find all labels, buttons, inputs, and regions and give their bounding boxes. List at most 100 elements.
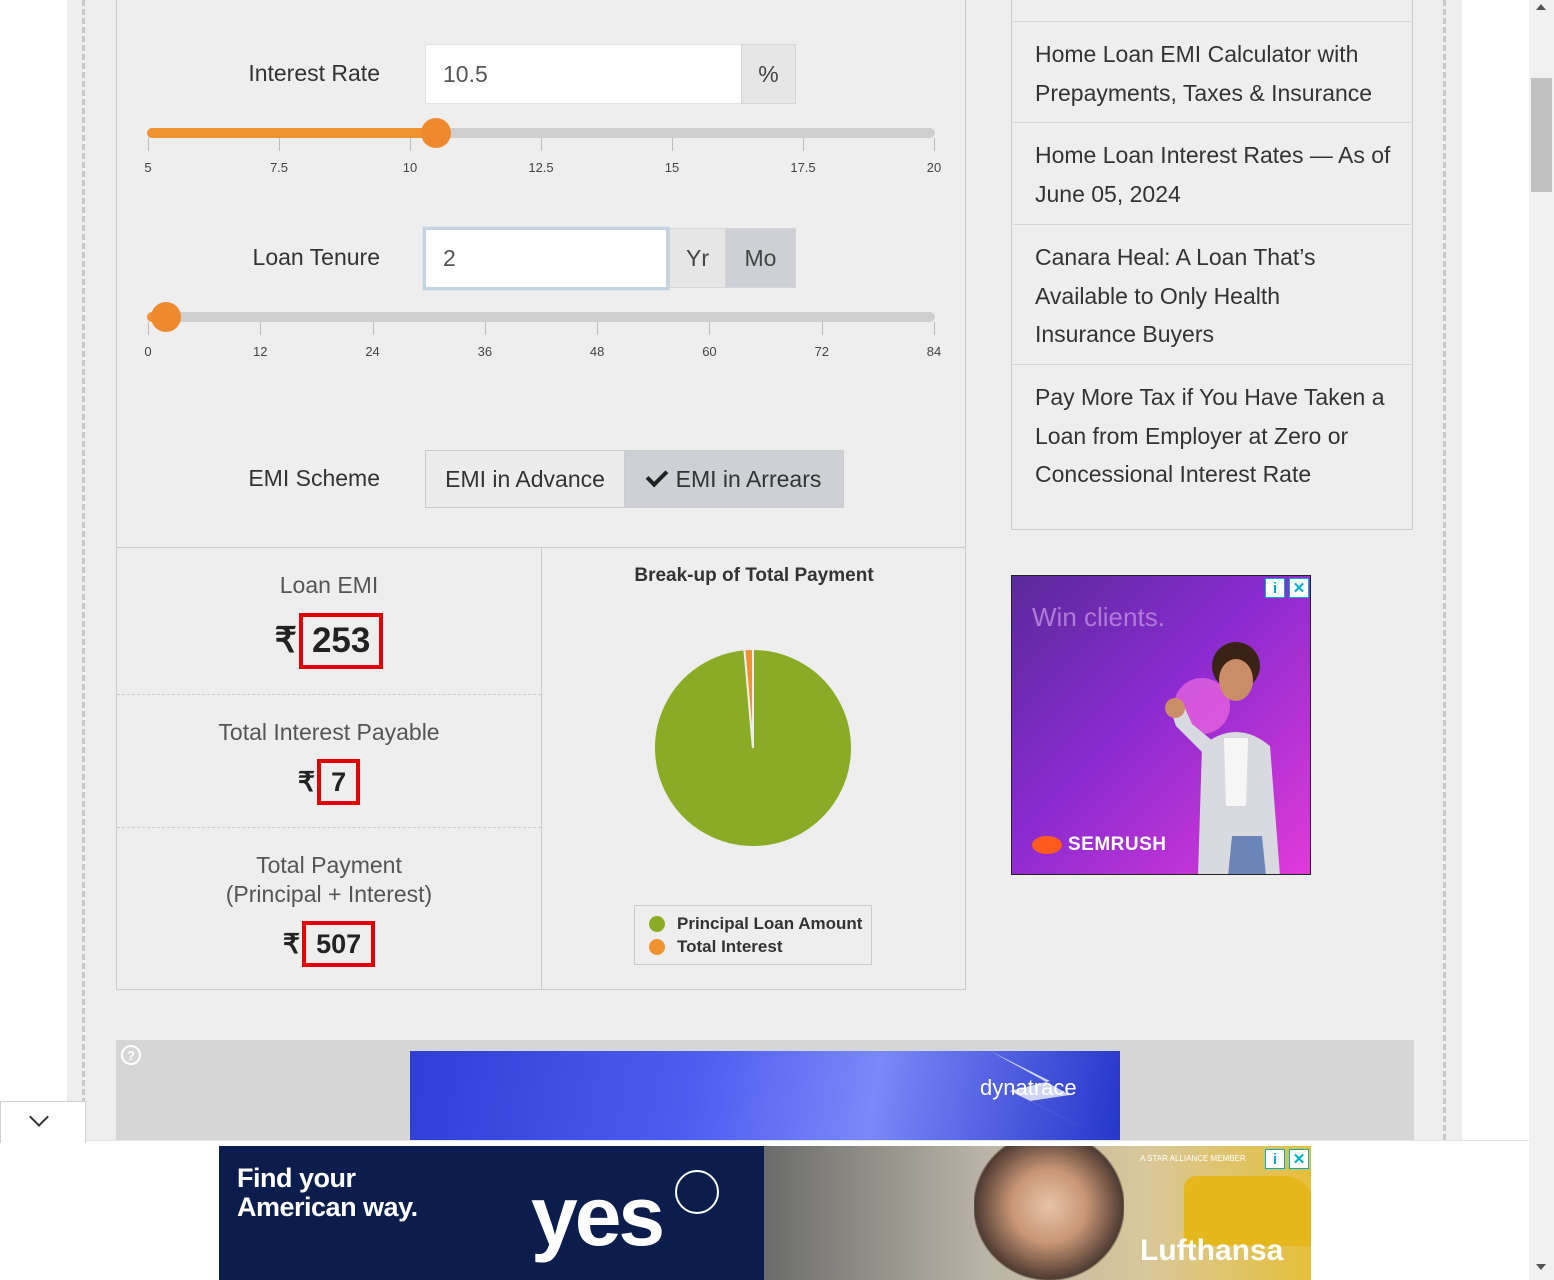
loan-tenure-input[interactable]: 2 [423,227,669,290]
emi-in-advance-button[interactable]: EMI in Advance [426,451,626,507]
slider-tick-label: 10 [402,160,418,175]
slider-tick [934,322,935,335]
semrush-ad[interactable]: Win clients. SEMRUSH [1011,575,1311,875]
ad-headline: Find your American way. [237,1164,418,1222]
rupee-icon: ₹ [274,621,297,660]
content-border-right [1443,0,1446,1140]
article-link-emi-calculator[interactable]: Home Loan EMI Calculator with Prepayment… [1013,35,1411,112]
article-line: Available to Only Health [1035,282,1281,309]
article-line: Insurance Buyers [1035,321,1214,347]
legend-label-principal: Principal Loan Amount [677,913,863,933]
chart-legend: Principal Loan Amount Total Interest [634,905,872,965]
slider-tick-label: 7.5 [269,160,289,175]
emi-in-advance-label: EMI in Advance [445,465,605,492]
ad-brand: Lufthansa [1140,1234,1284,1267]
legend-item-interest[interactable]: Total Interest [649,935,871,958]
article-link-interest-rates[interactable]: Home Loan Interest Rates — As of June 05… [1013,136,1411,213]
total-payment-label: Total Payment [256,852,402,878]
ad-brand: SEMRUSH [1068,834,1167,855]
legend-item-principal[interactable]: Principal Loan Amount [649,912,871,935]
slider-tick-label: 17.5 [790,160,816,175]
lufthansa-ad[interactable]: Find your American way. yes A STAR ALLIA… [219,1146,1311,1280]
chart-title: Break-up of Total Payment [634,565,874,586]
article-separator [1013,224,1411,225]
loan-emi-value: 253 [298,613,384,669]
slider-tick [148,322,149,335]
ad-headline-line: Find your [237,1163,356,1193]
ad-info-icon[interactable]: i [1265,578,1285,598]
total-payment-value-row: ₹ 507 [117,921,541,967]
ad-person-image [1165,642,1280,874]
emi-scheme-label: EMI Scheme [248,465,380,491]
article-line: Canara Heal: A Loan That’s [1035,244,1316,270]
total-interest-label: Total Interest Payable [218,719,440,745]
scroll-up-arrow-icon[interactable] [1536,4,1546,10]
total-payment-sublabel: (Principal + Interest) [225,881,433,907]
slider-tick [484,322,486,335]
ad-close-icon[interactable]: ✕ [1289,1149,1309,1169]
loan-emi-label: Loan EMI [279,572,379,598]
interest-rate-slider-handle[interactable] [420,118,451,148]
rupee-icon: ₹ [297,766,316,797]
ad-person-image [974,1146,1124,1280]
slider-tick-label: 15 [664,160,680,175]
slider-tick-label: 60 [702,344,717,359]
interest-rate-unit: % [741,44,796,104]
slider-tick-label: 48 [589,344,605,359]
scrollbar-thumb[interactable] [1531,78,1552,192]
checkmark-icon [645,464,668,488]
loan-tenure-slider-handle[interactable] [150,302,181,332]
lufthansa-crane-icon [675,1170,719,1214]
loan-tenure-slider-track[interactable] [147,312,935,322]
ad-close-icon[interactable]: ✕ [1289,578,1309,598]
interest-rate-label: Interest Rate [248,60,380,86]
slider-tick [597,322,599,335]
article-line: Home Loan Interest Rates — As of [1035,142,1391,168]
semrush-logo-icon [1032,836,1062,854]
slider-tick [410,138,411,151]
article-link-canara-heal[interactable]: Canara Heal: A Loan That’s Available to … [1013,238,1411,354]
article-line: Home Loan EMI Calculator with [1035,41,1359,67]
tenure-month-toggle[interactable]: Mo [725,228,796,288]
slider-tick [672,138,673,151]
interest-rate-input[interactable]: 10.5 [425,44,742,104]
emi-in-arrears-button[interactable]: EMI in Arrears [625,451,843,507]
slider-tick-label: 12.5 [528,160,554,175]
scroll-down-arrow-icon[interactable] [1536,1264,1546,1270]
result-separator [117,827,541,828]
page-scrollbar[interactable] [1529,0,1554,1280]
ad-yes-text: yes [531,1169,665,1263]
ad-help-icon[interactable]: ? [121,1045,141,1065]
ad-info-icon[interactable]: i [1265,1149,1285,1169]
legend-label-interest: Total Interest [677,936,783,956]
article-separator [1013,122,1411,123]
slider-tick-label: 84 [926,344,942,359]
slider-tick-label: 12 [253,344,268,359]
article-separator [1013,364,1411,365]
slider-tick [148,138,149,151]
legend-dot-interest [649,938,665,955]
result-separator [117,694,541,695]
ad-headline-line: American way. [237,1192,418,1222]
ad-small-print: A STAR ALLIANCE MEMBER [1140,1154,1246,1163]
slider-tick [821,322,823,335]
loan-tenure-label: Loan Tenure [252,244,380,270]
ad-brand: dynatrace [980,1075,1077,1100]
article-line: Loan from Employer at Zero or [1035,422,1349,449]
article-link-employer-loan-tax[interactable]: Pay More Tax if You Have Taken a Loan fr… [1013,378,1411,494]
payment-breakup-pie-chart [653,647,853,848]
content-border-left [82,0,85,1140]
ad-left-panel: Find your American way. yes [219,1146,764,1280]
slider-tick-label: 72 [814,344,829,359]
emi-in-arrears-label: EMI in Arrears [675,465,822,492]
total-interest-value-row: ₹ 7 [117,759,541,805]
loan-emi-value-row: ₹ 253 [117,613,541,669]
slider-tick [934,138,935,151]
slider-tick [803,138,804,151]
article-line: Prepayments, Taxes & Insurance [1035,79,1373,106]
slider-tick-label: 20 [926,160,942,175]
total-interest-value: 7 [317,759,361,805]
slider-tick-label: 36 [477,344,493,359]
legend-dot-principal [649,915,665,932]
tenure-year-toggle[interactable]: Yr [669,228,726,288]
